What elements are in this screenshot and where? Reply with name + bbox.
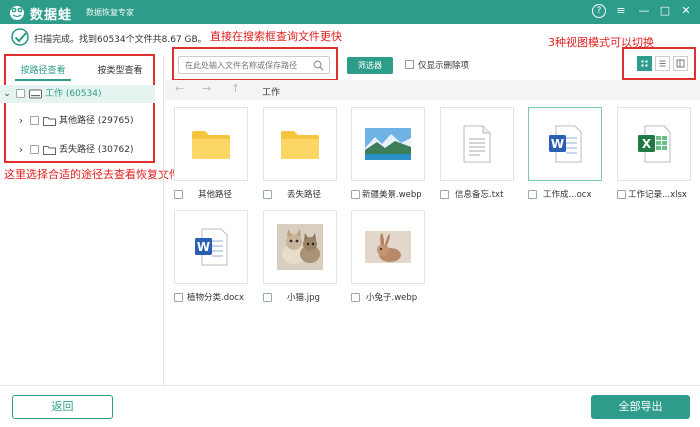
file-card-work-docx[interactable]: W bbox=[528, 107, 602, 181]
maximize-button[interactable]: □ bbox=[658, 4, 672, 18]
tree-label-work: 工作 (60534) bbox=[45, 89, 102, 99]
forward-arrow-icon[interactable]: → bbox=[202, 82, 211, 95]
chevron-right-icon[interactable]: › bbox=[16, 112, 26, 130]
file-checkbox[interactable] bbox=[174, 190, 183, 199]
cat-image-thumbnail bbox=[277, 224, 323, 270]
chevron-down-icon[interactable]: ⌄ bbox=[2, 85, 12, 103]
bottom-divider bbox=[0, 385, 700, 386]
tab-by-path[interactable]: 按路径查看 bbox=[15, 61, 71, 81]
view-grid-button[interactable] bbox=[637, 56, 652, 71]
list-view-icon bbox=[659, 60, 666, 67]
file-checkbox[interactable] bbox=[528, 190, 537, 199]
view-list-button[interactable] bbox=[655, 56, 670, 71]
annotation-search-tip: 直接在搜索框查询文件更快 bbox=[210, 30, 342, 43]
minimize-button[interactable]: — bbox=[637, 4, 651, 18]
search-icon[interactable] bbox=[313, 60, 324, 71]
breadcrumb: 工作 bbox=[262, 88, 281, 98]
tree-checkbox-other-paths[interactable] bbox=[30, 116, 39, 125]
scan-status-text: 扫描完成。找到60534个文件共8.67 GB。 bbox=[34, 35, 207, 45]
file-checkbox[interactable] bbox=[351, 190, 360, 199]
file-card-plants-docx[interactable]: W bbox=[174, 210, 248, 284]
tree-item-work[interactable]: ⌄ 工作 (60534) bbox=[0, 85, 155, 103]
word-document-icon: W bbox=[549, 125, 582, 163]
tree-checkbox-work[interactable] bbox=[16, 89, 25, 98]
file-card-other-paths[interactable] bbox=[174, 107, 248, 181]
view-detail-button[interactable] bbox=[673, 56, 688, 71]
tree-label-other-paths: 其他路径 (29765) bbox=[59, 116, 134, 126]
svg-text:X: X bbox=[642, 137, 652, 151]
file-card-work-xlsx[interactable]: X bbox=[617, 107, 691, 181]
tree-item-other-paths[interactable]: › 其他路径 (29765) bbox=[0, 112, 155, 130]
grid-view-icon bbox=[641, 60, 648, 67]
folder-icon bbox=[192, 131, 230, 159]
file-checkbox[interactable] bbox=[263, 293, 272, 302]
file-checkbox[interactable] bbox=[440, 190, 449, 199]
app-subtitle: 数据恢复专家 bbox=[86, 8, 134, 17]
tree-item-lost-paths[interactable]: › 丢失路径 (30762) bbox=[0, 141, 155, 159]
text-file-icon bbox=[463, 125, 491, 163]
app-name: 数据蛙 bbox=[30, 8, 73, 23]
file-card-rabbit-webp[interactable] bbox=[351, 210, 425, 284]
word-document-icon: W bbox=[195, 228, 228, 266]
scan-complete-check-icon bbox=[11, 28, 29, 46]
detail-view-icon bbox=[676, 59, 685, 68]
rabbit-image-thumbnail bbox=[365, 231, 411, 263]
navigation-bar: ← → ↑ 工作 bbox=[165, 80, 700, 100]
menu-button[interactable]: ≡ bbox=[614, 4, 628, 18]
excel-document-icon: X bbox=[638, 125, 671, 163]
file-checkbox[interactable] bbox=[263, 190, 272, 199]
chevron-right-icon[interactable]: › bbox=[16, 141, 26, 159]
svg-text:W: W bbox=[197, 240, 210, 254]
svg-text:W: W bbox=[551, 137, 564, 151]
folder-outline-icon bbox=[43, 146, 56, 155]
deleted-only-checkbox[interactable] bbox=[405, 60, 414, 69]
export-all-button[interactable]: 全部导出 bbox=[591, 395, 690, 419]
back-arrow-icon[interactable]: ← bbox=[175, 82, 184, 95]
tree-label-lost-paths: 丢失路径 (30762) bbox=[59, 145, 134, 155]
file-checkbox[interactable] bbox=[617, 190, 626, 199]
search-box[interactable] bbox=[178, 56, 330, 74]
left-panel: 按路径查看 按类型查看 ⌄ 工作 (60534) › 其他路径 (29765) … bbox=[0, 55, 164, 385]
help-button[interactable]: ? bbox=[592, 4, 606, 18]
drive-icon bbox=[29, 89, 42, 99]
back-button[interactable]: 返回 bbox=[12, 395, 113, 419]
deleted-only-label: 仅显示删除项 bbox=[418, 61, 470, 71]
search-input[interactable] bbox=[185, 57, 310, 73]
file-checkbox[interactable] bbox=[351, 293, 360, 302]
file-checkbox[interactable] bbox=[174, 293, 183, 302]
folder-icon bbox=[281, 131, 319, 159]
title-bar: 数据蛙 数据恢复专家 ? ≡ — □ ✕ bbox=[0, 0, 700, 24]
close-button[interactable]: ✕ bbox=[679, 4, 693, 18]
landscape-image-thumbnail bbox=[365, 128, 411, 160]
file-card-memo-txt[interactable] bbox=[440, 107, 514, 181]
tab-by-type[interactable]: 按类型查看 bbox=[92, 61, 148, 81]
file-card-cat-jpg[interactable] bbox=[263, 210, 337, 284]
filter-button[interactable]: 筛选器 bbox=[347, 57, 393, 74]
file-card-lost-paths[interactable] bbox=[263, 107, 337, 181]
tree-checkbox-lost-paths[interactable] bbox=[30, 145, 39, 154]
up-arrow-icon[interactable]: ↑ bbox=[231, 82, 240, 95]
frog-logo-icon bbox=[10, 6, 24, 20]
folder-outline-icon bbox=[43, 117, 56, 126]
file-card-landscape[interactable] bbox=[351, 107, 425, 181]
